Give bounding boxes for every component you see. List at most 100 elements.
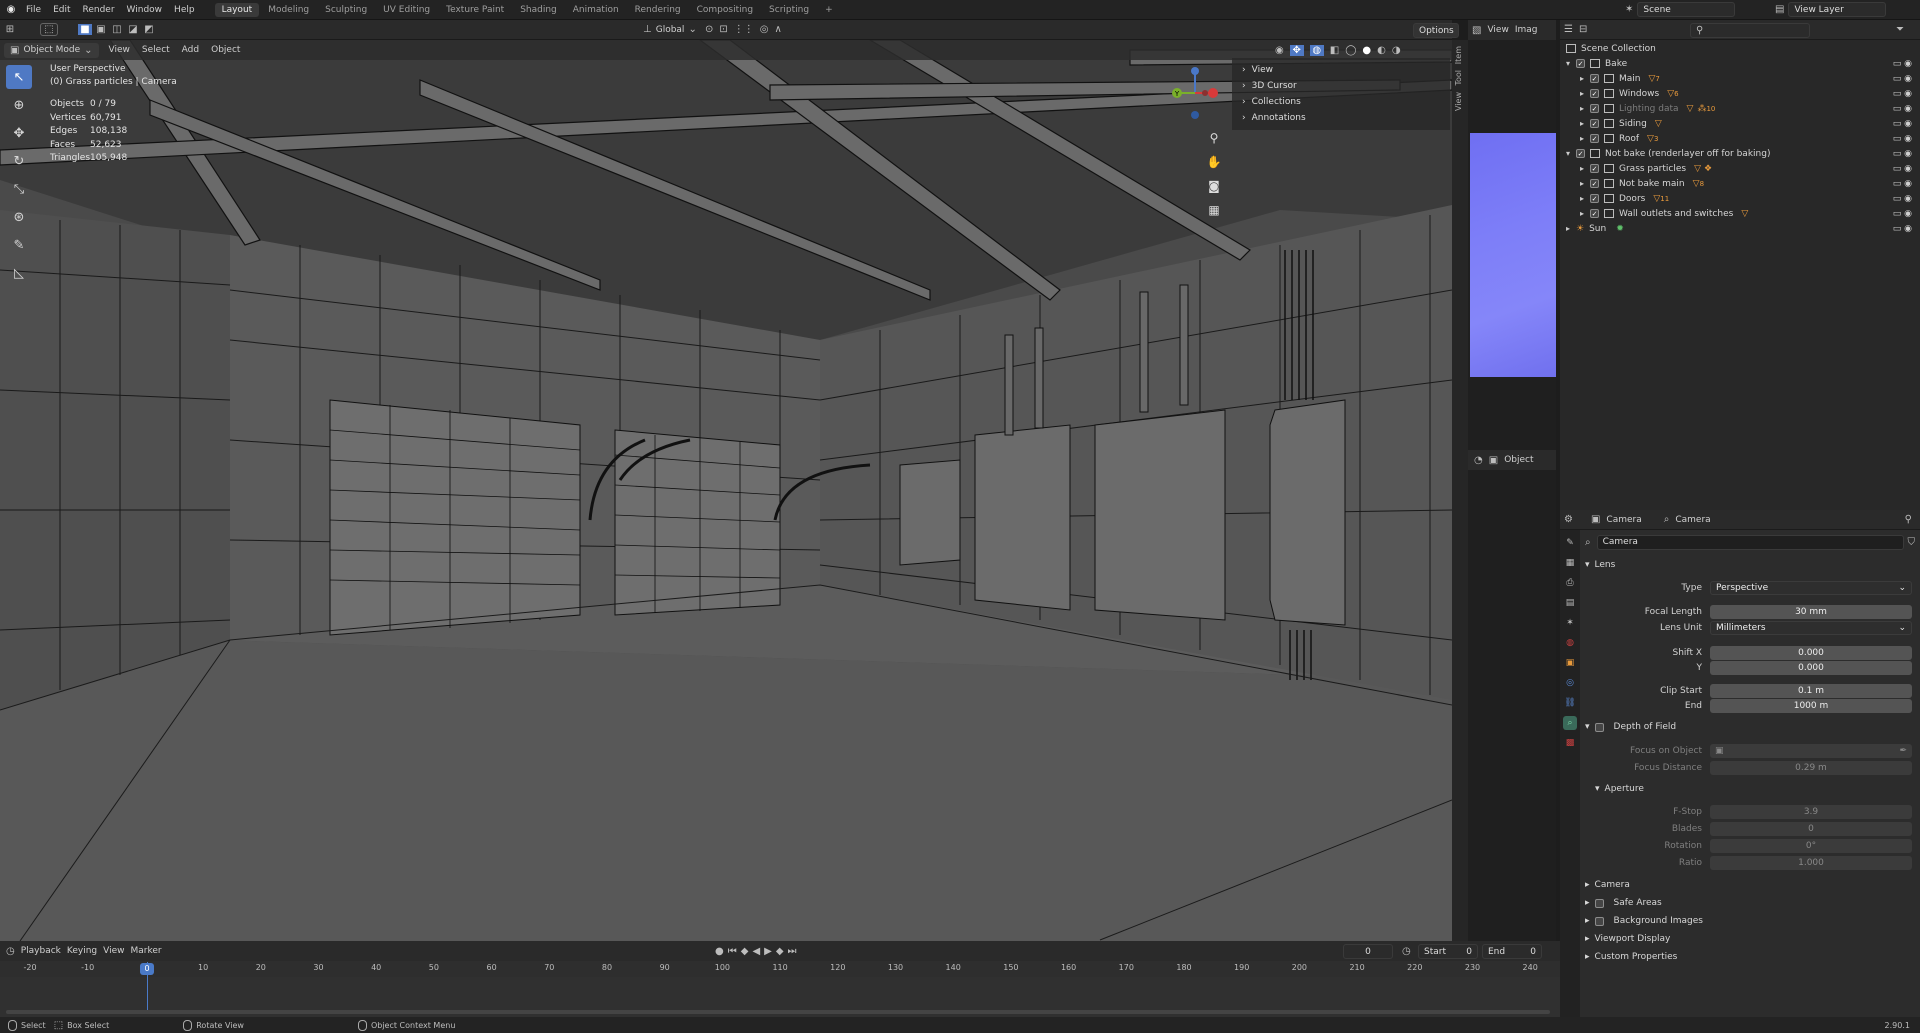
outliner-search-input[interactable]: ⚲ <box>1690 23 1810 38</box>
exclude-checkbox[interactable]: ✓ <box>1590 164 1599 173</box>
tab-compositing[interactable]: Compositing <box>690 3 760 17</box>
current-frame-field[interactable]: 0 <box>1343 944 1393 959</box>
chevron-down-icon[interactable]: ▾ <box>1566 149 1576 158</box>
select-extend-icon[interactable]: ▣ <box>94 24 108 35</box>
outliner-row[interactable]: ▸ ✓ Not bake main ▽ 8 ▭ ◉ <box>1560 176 1920 191</box>
outliner-row[interactable]: ▸ ✓ Main ▽ 7 ▭ ◉ <box>1560 71 1920 86</box>
pin-icon[interactable]: ⚲ <box>1905 514 1912 525</box>
tab-sculpting[interactable]: Sculpting <box>318 3 374 17</box>
clip-start-field[interactable]: 0.1 m <box>1710 684 1912 698</box>
wireframe-shading-icon[interactable]: ◯ <box>1345 45 1356 56</box>
safe-areas-checkbox[interactable] <box>1594 898 1604 908</box>
ratio-field[interactable]: 1.000 <box>1710 856 1912 870</box>
menu-image[interactable]: Imag <box>1515 25 1538 35</box>
select-intersect-icon[interactable]: ◩ <box>142 24 156 35</box>
menu-edit[interactable]: Edit <box>47 5 76 15</box>
outliner-row[interactable]: ▸ ✓ Lighting data ▽ ⁂ 10 ▭ ◉ <box>1560 101 1920 116</box>
focus-object-field[interactable]: ▣ ✒ <box>1710 744 1912 758</box>
shift-y-field[interactable]: 0.000 <box>1710 661 1912 675</box>
pin-icon[interactable]: ◔ <box>1474 455 1483 466</box>
view-layer-field[interactable]: View Layer <box>1788 2 1887 17</box>
section-depth-of-field[interactable]: ▾ Depth of Field <box>1585 722 1676 732</box>
row-toggles[interactable]: ▭ ◉ <box>1893 104 1912 114</box>
mode-selector[interactable]: ▣ Object Mode ⌄ <box>4 42 99 58</box>
menu-playback[interactable]: Playback <box>21 946 61 956</box>
outliner-row[interactable]: ▾ ✓ Not bake (renderlayer off for baking) ▭… <box>1560 146 1920 161</box>
preview-range-icon[interactable]: ◷ <box>1402 946 1411 957</box>
editor-type-icon[interactable]: ☰ <box>1564 24 1573 35</box>
row-toggles[interactable]: ▭ ◉ <box>1893 209 1912 219</box>
camera-data-tab-icon[interactable]: ⌕ <box>1563 716 1577 730</box>
editor-type-icon[interactable]: ▧ <box>1472 25 1481 36</box>
camera-view-icon[interactable]: ◙ <box>1206 178 1222 194</box>
xray-icon[interactable]: ◧ <box>1330 45 1339 56</box>
fstop-field[interactable]: 3.9 <box>1710 805 1912 819</box>
row-toggles[interactable]: ▭ ◉ <box>1893 89 1912 99</box>
row-toggles[interactable]: ▭ ◉ <box>1893 224 1912 234</box>
filter-icon[interactable]: ⏷ <box>1896 24 1904 35</box>
object-icon[interactable]: ▣ <box>1563 656 1577 670</box>
section-custom-properties[interactable]: ▸ Custom Properties <box>1585 952 1677 962</box>
panel-collections[interactable]: › Collections <box>1232 94 1450 110</box>
object-label[interactable]: Object <box>1504 455 1533 465</box>
menu-keying[interactable]: Keying <box>67 946 97 956</box>
lens-unit-dropdown[interactable]: Millimeters ⌄ <box>1710 621 1912 635</box>
tab-texture-paint[interactable]: Texture Paint <box>439 3 511 17</box>
end-frame-field[interactable]: End 0 <box>1482 944 1542 959</box>
tab-tool[interactable]: Tool <box>1454 70 1463 86</box>
timeline-scrollbar[interactable] <box>6 1010 1550 1014</box>
start-frame-field[interactable]: Start 0 <box>1418 944 1478 959</box>
menu-file[interactable]: File <box>20 5 47 15</box>
measure-tool-icon[interactable]: ◺ <box>6 261 32 285</box>
scene-icon[interactable]: ✶ <box>1625 4 1633 15</box>
material-shading-icon[interactable]: ◐ <box>1377 45 1386 56</box>
tab-rendering[interactable]: Rendering <box>628 3 688 17</box>
select-subtract-icon[interactable]: ◫ <box>110 24 124 35</box>
type-dropdown[interactable]: Perspective ⌄ <box>1710 581 1912 595</box>
cursor-tool-icon[interactable]: ⊕ <box>6 93 32 117</box>
row-toggles[interactable]: ▭ ◉ <box>1893 194 1912 204</box>
row-toggles[interactable]: ▭ ◉ <box>1893 59 1912 69</box>
chevron-right-icon[interactable]: ▸ <box>1580 209 1590 218</box>
transform-orientation[interactable]: ⊥ Global ⌄ <box>643 24 697 35</box>
prev-key-icon[interactable]: ◆ <box>741 946 749 957</box>
outliner-row[interactable]: ▸ ✓ Siding ▽ ▭ ◉ <box>1560 116 1920 131</box>
row-toggles[interactable]: ▭ ◉ <box>1893 149 1912 159</box>
datablock-name-field[interactable]: Camera <box>1596 534 1904 550</box>
menu-help[interactable]: Help <box>168 5 201 15</box>
panel-view[interactable]: › View <box>1232 62 1450 78</box>
add-workspace-button[interactable]: + <box>818 3 840 17</box>
chevron-right-icon[interactable]: ▸ <box>1580 119 1590 128</box>
rendered-shading-icon[interactable]: ◑ <box>1392 45 1401 56</box>
snap-icon[interactable]: ⊡ <box>719 24 727 35</box>
pivot-icon[interactable]: ⊙ <box>705 24 713 35</box>
menu-marker[interactable]: Marker <box>131 946 162 956</box>
section-viewport-display[interactable]: ▸ Viewport Display <box>1585 934 1670 944</box>
chevron-right-icon[interactable]: ▸ <box>1580 164 1590 173</box>
exclude-checkbox[interactable]: ✓ <box>1576 59 1585 68</box>
section-lens[interactable]: ▾ Lens <box>1585 560 1615 570</box>
output-icon[interactable]: ⎙ <box>1563 576 1577 590</box>
select-tool-icon[interactable]: ⬚ <box>40 23 58 36</box>
menu-object[interactable]: Object <box>205 45 246 55</box>
tab-view[interactable]: View <box>1454 92 1463 111</box>
playhead-frame-label[interactable]: 0 <box>140 963 154 975</box>
navigation-gizmo[interactable]: Y <box>1165 63 1225 123</box>
tool-icon[interactable]: ✎ <box>1563 536 1577 550</box>
tab-item[interactable]: Item <box>1454 46 1463 64</box>
scale-tool-icon[interactable]: ⤡ <box>6 177 32 201</box>
pan-hand-icon[interactable]: ✋ <box>1206 154 1222 170</box>
outliner-row[interactable]: ▸ ✓ Doors ▽ 11 ▭ ◉ <box>1560 191 1920 206</box>
shift-x-field[interactable]: 0.000 <box>1710 646 1912 660</box>
editor-type-icon[interactable]: ⊞ <box>0 24 20 35</box>
chevron-right-icon[interactable]: ▸ <box>1580 179 1590 188</box>
blender-logo-icon[interactable]: ◉ <box>2 4 20 15</box>
3d-viewport[interactable] <box>0 40 1452 941</box>
blades-field[interactable]: 0 <box>1710 822 1912 836</box>
exclude-checkbox[interactable]: ✓ <box>1590 209 1599 218</box>
section-aperture[interactable]: ▾ Aperture <box>1595 784 1644 794</box>
exclude-checkbox[interactable]: ✓ <box>1590 74 1599 83</box>
snap-target-icon[interactable]: ⋮⋮ <box>734 24 754 35</box>
rotation-field[interactable]: 0° <box>1710 839 1912 853</box>
chevron-right-icon[interactable]: ▸ <box>1566 224 1576 233</box>
